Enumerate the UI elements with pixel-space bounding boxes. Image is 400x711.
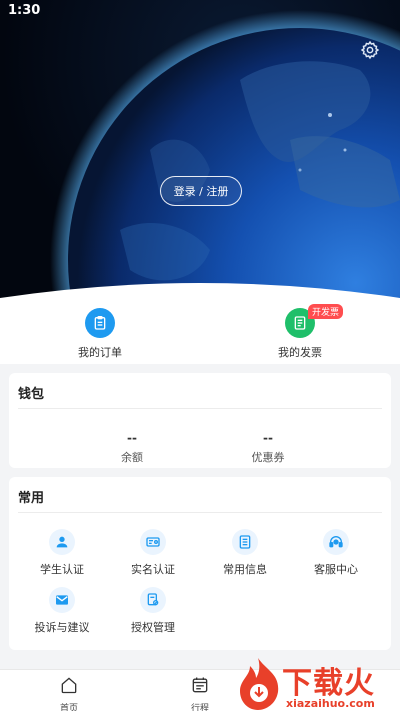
calendar-icon: [192, 677, 208, 693]
wallet-title: 钱包: [18, 387, 45, 402]
headset-icon: [323, 529, 349, 555]
complaints-suggestions-button[interactable]: 投诉与建议: [27, 587, 97, 635]
customer-service-button[interactable]: 客服中心: [301, 529, 371, 577]
mail-icon: [49, 587, 75, 613]
balance-item[interactable]: -- 余额: [92, 431, 172, 465]
divider: [18, 408, 382, 409]
status-bar-time: 1:30: [8, 3, 41, 18]
login-register-button[interactable]: 登录 / 注册: [160, 176, 242, 206]
my-invoices-label: 我的发票: [278, 346, 322, 359]
real-name-verification-button[interactable]: 实名认证: [118, 529, 188, 577]
quick-actions-row: 我的订单 开发票 我的发票: [0, 298, 400, 364]
header-banner: 1:30 登录 / 注册: [0, 0, 400, 300]
my-invoices-button[interactable]: 开发票 我的发票: [250, 304, 350, 360]
earth-background: [50, 10, 400, 300]
flame-logo-icon: [240, 658, 279, 710]
my-orders-button[interactable]: 我的订单: [50, 308, 150, 360]
divider: [18, 512, 382, 513]
header-curve: [0, 283, 400, 300]
student-icon: [49, 529, 75, 555]
real-name-verification-label: 实名认证: [131, 563, 175, 576]
watermark-url: xiazaihuo.com: [286, 697, 375, 710]
watermark-text: 下载火: [282, 666, 375, 701]
tab-home-label: 首页: [59, 704, 78, 711]
clipboard-icon: [85, 308, 115, 338]
authorization-management-button[interactable]: 授权管理: [118, 587, 188, 635]
my-orders-label: 我的订单: [78, 346, 122, 359]
coupon-item[interactable]: -- 优惠券: [228, 431, 308, 465]
watermark-logo: 下载火 xiazaihuo.com: [236, 656, 400, 711]
student-verification-label: 学生认证: [40, 563, 84, 576]
authorization-management-label: 授权管理: [131, 621, 175, 634]
document-icon: [232, 529, 258, 555]
common-card: 常用 学生认证 实名认证 常用信息 客服中心 投诉与建议 授权管理: [9, 477, 391, 650]
coupon-value: --: [263, 431, 273, 445]
authorization-icon: [140, 587, 166, 613]
issue-invoice-badge[interactable]: 开发票: [308, 304, 344, 319]
wallet-card: 钱包 -- 余额 -- 优惠券: [9, 373, 391, 468]
customer-service-label: 客服中心: [314, 563, 358, 576]
common-title: 常用: [18, 491, 45, 506]
tab-home[interactable]: 首页: [39, 675, 99, 711]
home-icon: [61, 677, 77, 694]
balance-label: 余额: [121, 451, 143, 464]
student-verification-button[interactable]: 学生认证: [27, 529, 97, 577]
tab-itinerary[interactable]: 行程: [170, 675, 230, 711]
common-info-label: 常用信息: [223, 563, 267, 576]
complaints-suggestions-label: 投诉与建议: [34, 621, 90, 634]
coupon-label: 优惠券: [251, 451, 285, 464]
common-info-button[interactable]: 常用信息: [210, 529, 280, 577]
tab-itinerary-label: 行程: [190, 704, 209, 711]
settings-gear-icon[interactable]: [360, 40, 380, 60]
id-card-icon: [140, 529, 166, 555]
balance-value: --: [127, 431, 137, 445]
